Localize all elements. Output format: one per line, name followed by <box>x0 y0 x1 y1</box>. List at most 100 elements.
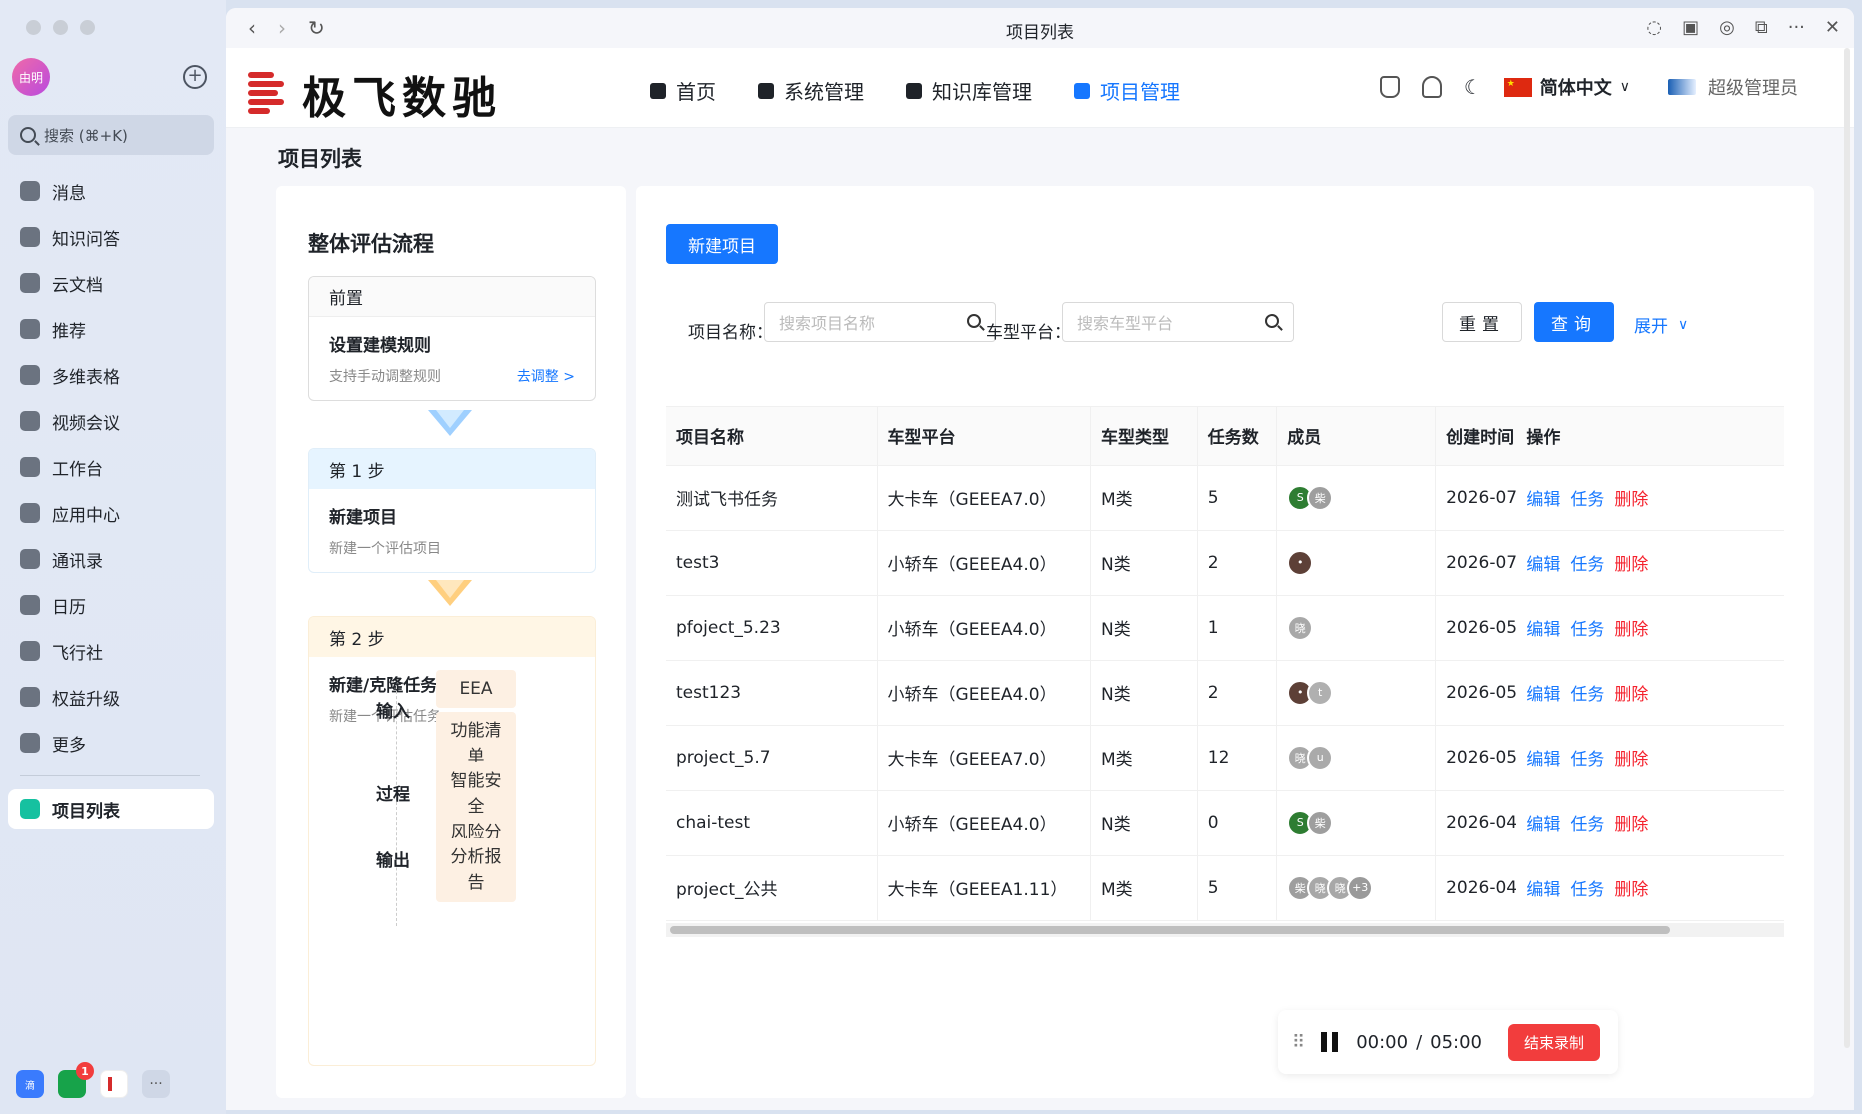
member-avatar[interactable]: +3 <box>1347 874 1374 901</box>
nav-item[interactable]: 项目管理 <box>1074 76 1180 105</box>
table-row[interactable]: project_公共 大卡车（GEEEA1.11） M类 5 柴晓晓 +3 2026-04-… <box>666 855 1784 921</box>
vertical-scrollbar[interactable] <box>1844 48 1850 1048</box>
table-row[interactable]: 测试飞书任务 大卡车（GEEEA7.0） M类 5 S 柴 2026-07-1 编辑 任务 删除 <box>666 465 1784 531</box>
edit-link[interactable]: 编辑 <box>1526 750 1560 770</box>
pause-icon[interactable] <box>1321 1032 1339 1052</box>
search-icon[interactable] <box>1265 314 1279 328</box>
compass-icon[interactable]: ◎ <box>1719 17 1735 38</box>
cell-tasks: 5 <box>1197 855 1278 921</box>
edit-link[interactable]: 编辑 <box>1526 815 1560 835</box>
task-link[interactable]: 任务 <box>1570 750 1604 770</box>
logo[interactable]: 极飞数驰 <box>248 62 502 126</box>
sidebar-item[interactable]: 应用中心 <box>8 490 214 536</box>
expand-button[interactable]: 展开 ∨ <box>1634 312 1689 338</box>
sidebar-item[interactable]: 更多 <box>8 720 214 766</box>
sidebar-item[interactable]: 日历 <box>8 582 214 628</box>
task-link[interactable]: 任务 <box>1570 685 1604 705</box>
sidebar-item[interactable]: 消息 <box>8 168 214 214</box>
delete-link[interactable]: 删除 <box>1614 750 1648 770</box>
project-name-search-input[interactable]: 搜索项目名称 <box>764 302 996 342</box>
add-icon[interactable]: + <box>183 65 207 89</box>
minimize-window-dot[interactable] <box>53 20 68 35</box>
task-link[interactable]: 任务 <box>1570 620 1604 640</box>
member-avatar[interactable]: 柴 <box>1307 809 1334 836</box>
horizontal-scrollbar[interactable] <box>666 923 1784 937</box>
edit-link[interactable]: 编辑 <box>1526 685 1560 705</box>
search-icon[interactable] <box>967 314 981 328</box>
chevron-down-icon: ∨ <box>1678 316 1689 333</box>
delete-link[interactable]: 删除 <box>1614 685 1648 705</box>
edit-link[interactable]: 编辑 <box>1526 490 1560 510</box>
table-row[interactable]: test3 小轿车（GEEEA4.0） N类 2 • 2026-07-1 编辑 任务 删除 <box>666 530 1784 596</box>
member-avatar[interactable]: • <box>1287 549 1314 576</box>
user-name: 超级管理员 <box>1708 78 1798 99</box>
nav-item-label: 项目管理 <box>1100 80 1180 104</box>
member-avatar[interactable]: t <box>1307 679 1334 706</box>
chat-app-icon[interactable]: 1 <box>58 1062 94 1098</box>
user-menu[interactable]: 超级管理员 <box>1668 74 1798 100</box>
delete-link[interactable]: 删除 <box>1614 815 1648 835</box>
stop-recording-button[interactable]: 结束录制 <box>1508 1023 1601 1061</box>
comment-icon[interactable]: ◌ <box>1646 17 1662 38</box>
table-row[interactable]: pfoject_5.23 小轿车（GEEEA4.0） N类 1 晓 2026-05-2 编辑… <box>666 595 1784 661</box>
trash-icon[interactable] <box>1379 76 1400 98</box>
drag-handle-icon[interactable]: ⠿ <box>1292 1032 1305 1053</box>
edit-link[interactable]: 编辑 <box>1526 555 1560 575</box>
cell-actions: 编辑任务删除 <box>1515 790 1784 856</box>
sidebar-item[interactable]: 飞行社 <box>8 628 214 674</box>
query-button[interactable]: 查询 <box>1534 302 1614 342</box>
bot-icon[interactable]: ▣ <box>1682 17 1699 38</box>
sidebar-item[interactable]: 工作台 <box>8 444 214 490</box>
close-window-dot[interactable] <box>26 20 41 35</box>
delete-link[interactable]: 删除 <box>1614 555 1648 575</box>
edit-link[interactable]: 编辑 <box>1526 620 1560 640</box>
delete-link[interactable]: 删除 <box>1614 880 1648 900</box>
delete-link[interactable]: 删除 <box>1614 620 1648 640</box>
adjust-rules-link[interactable]: 去调整 > <box>517 366 575 386</box>
sidebar-item[interactable]: 云文档 <box>8 260 214 306</box>
task-link[interactable]: 任务 <box>1570 555 1604 575</box>
new-project-button[interactable]: 新建项目 <box>666 224 778 264</box>
popout-icon[interactable]: ⧉ <box>1755 17 1768 38</box>
cell-actions: 编辑任务删除 <box>1515 855 1784 921</box>
sidebar-item[interactable]: 视频会议 <box>8 398 214 444</box>
bell-icon[interactable] <box>1421 76 1442 98</box>
more-icon[interactable]: ··· <box>1788 17 1805 38</box>
moon-icon[interactable]: ☾ <box>1464 75 1482 99</box>
brand-app-icon[interactable] <box>100 1070 128 1098</box>
nav-item[interactable]: 首页 <box>650 76 716 105</box>
sidebar-item[interactable]: 推荐 <box>8 306 214 352</box>
language-select[interactable]: 简体中文 ∨ <box>1503 74 1630 100</box>
maximize-window-dot[interactable] <box>80 20 95 35</box>
task-link[interactable]: 任务 <box>1570 490 1604 510</box>
search-input[interactable]: 搜索 (⌘+K) <box>8 115 214 155</box>
table-row[interactable]: project_5.7 大卡车（GEEEA7.0） M类 12 晓 u 2026-05-0 编… <box>666 725 1784 791</box>
sidebar-item[interactable]: 知识问答 <box>8 214 214 260</box>
avatar[interactable]: 由明 <box>12 58 50 96</box>
app-icon[interactable]: 滴 <box>16 1070 44 1098</box>
table-row[interactable]: chai-test 小轿车（GEEEA4.0） N类 0 S 柴 2026-04-2 编辑 任务… <box>666 790 1784 856</box>
edit-link[interactable]: 编辑 <box>1526 880 1560 900</box>
delete-link[interactable]: 删除 <box>1614 490 1648 510</box>
task-link[interactable]: 任务 <box>1570 880 1604 900</box>
platform-search-input[interactable]: 搜索车型平台 <box>1062 302 1294 342</box>
table-row[interactable]: test2小轿车（GEEEA4.0）N类1S柴2026-04-2编辑任务删除 <box>666 920 1784 921</box>
table-row[interactable]: test123 小轿车（GEEEA4.0） N类 2 • t 2026-05-1 编辑 任务 删除 <box>666 660 1784 726</box>
cell-platform: 小轿车（GEEEA4.0） <box>877 790 1092 856</box>
sidebar-item[interactable]: 通讯录 <box>8 536 214 582</box>
column-header: 成员 <box>1276 407 1437 466</box>
member-avatar[interactable]: 晓 <box>1287 614 1314 641</box>
scrollbar-thumb[interactable] <box>670 926 1670 934</box>
sidebar-item-project-list[interactable]: 项目列表 <box>8 789 214 829</box>
member-avatar[interactable]: 柴 <box>1307 484 1334 511</box>
close-icon[interactable]: ✕ <box>1825 17 1840 38</box>
task-link[interactable]: 任务 <box>1570 815 1604 835</box>
member-avatar[interactable]: u <box>1307 744 1334 771</box>
reset-button[interactable]: 重置 <box>1442 302 1522 342</box>
sidebar-item[interactable]: 多维表格 <box>8 352 214 398</box>
nav-item[interactable]: 系统管理 <box>758 76 864 105</box>
nav-item[interactable]: 知识库管理 <box>906 76 1032 105</box>
sidebar-item[interactable]: 权益升级 <box>8 674 214 720</box>
output-label: 输出 <box>376 851 410 871</box>
more-apps-icon[interactable]: ··· <box>142 1070 170 1098</box>
